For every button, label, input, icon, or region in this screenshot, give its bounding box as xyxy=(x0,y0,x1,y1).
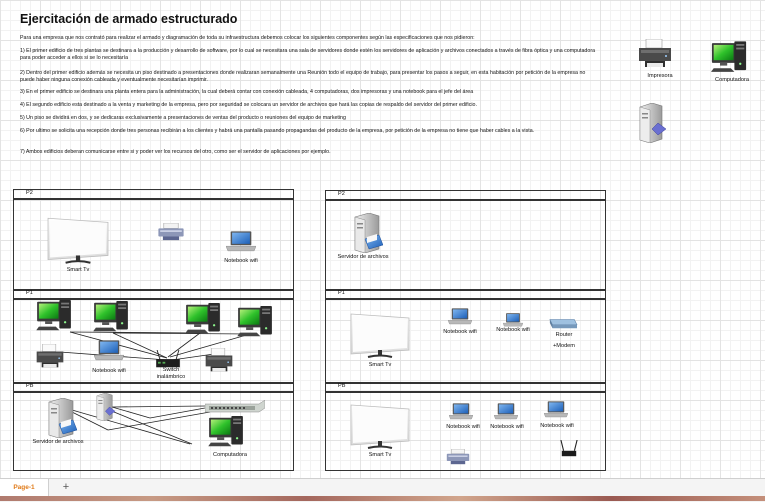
computer-icon[interactable] xyxy=(237,306,273,338)
printer-icon[interactable] xyxy=(446,449,470,465)
tv-icon[interactable] xyxy=(350,403,410,451)
b1-pb-computer-label: Computadora xyxy=(213,452,247,458)
page-tab-1[interactable]: Page-1 xyxy=(0,479,49,497)
b2-pb-tv-label: Smart Tv xyxy=(368,452,392,458)
computer-icon[interactable] xyxy=(36,300,72,332)
printer-icon[interactable] xyxy=(204,348,234,373)
notebook-icon[interactable] xyxy=(448,308,472,325)
b1-p1-notebook-label: Notebook wifi xyxy=(92,368,126,374)
notebook-icon[interactable] xyxy=(94,340,124,361)
b2-p1-tv-label: Smart Tv xyxy=(368,362,392,368)
b1-pb-server-label: Servidor de archivos xyxy=(32,439,84,445)
printer-icon[interactable] xyxy=(35,344,65,369)
b2-pb-notebook2-label: Notebook wifi xyxy=(490,424,524,430)
computer-icon[interactable] xyxy=(185,303,221,335)
server-icon[interactable] xyxy=(94,393,118,421)
b2-p2-server-label: Servidor de archivos xyxy=(337,254,389,260)
b2-pb-notebook3-label: Notebook wifi xyxy=(540,423,574,429)
b1-p2-notebook-label: Notebook wifi xyxy=(224,258,258,264)
computer-icon[interactable] xyxy=(208,416,244,448)
server-icon[interactable] xyxy=(350,213,386,253)
notebook-icon[interactable] xyxy=(226,231,256,252)
cable-line xyxy=(111,405,206,408)
cable-line xyxy=(149,407,206,419)
notebook-icon[interactable] xyxy=(494,403,518,420)
computer-icon[interactable] xyxy=(93,301,129,333)
b1-p1-switch-label: Switch inalámbrico xyxy=(156,367,186,380)
cable-line xyxy=(107,411,211,431)
access-point-icon[interactable] xyxy=(560,440,578,458)
notebook-icon[interactable] xyxy=(449,403,473,420)
add-page-icon[interactable]: + xyxy=(58,479,74,497)
tv-icon[interactable] xyxy=(47,216,109,266)
notebook-icon[interactable] xyxy=(503,313,523,327)
b2-pb-notebook1-label: Notebook wifi xyxy=(446,424,480,430)
taskbar-strip xyxy=(0,496,765,501)
tv-icon[interactable] xyxy=(350,312,410,360)
server-icon[interactable] xyxy=(44,398,80,438)
b2-p1-notebook1-label: Notebook wifi xyxy=(443,329,477,335)
b1-p2-tv-label: Smart Tv xyxy=(66,267,90,273)
b2-p1-router-label: Router +Modem xyxy=(553,332,575,349)
cable-line xyxy=(112,332,251,335)
cable-line xyxy=(71,409,191,445)
printer-icon[interactable] xyxy=(157,223,185,241)
patch-panel-icon[interactable] xyxy=(205,400,265,414)
b2-p1-notebook2-label: Notebook wifi xyxy=(496,327,530,333)
cable-line xyxy=(113,411,193,445)
notebook-icon[interactable] xyxy=(544,401,568,418)
router-icon[interactable] xyxy=(548,316,578,330)
